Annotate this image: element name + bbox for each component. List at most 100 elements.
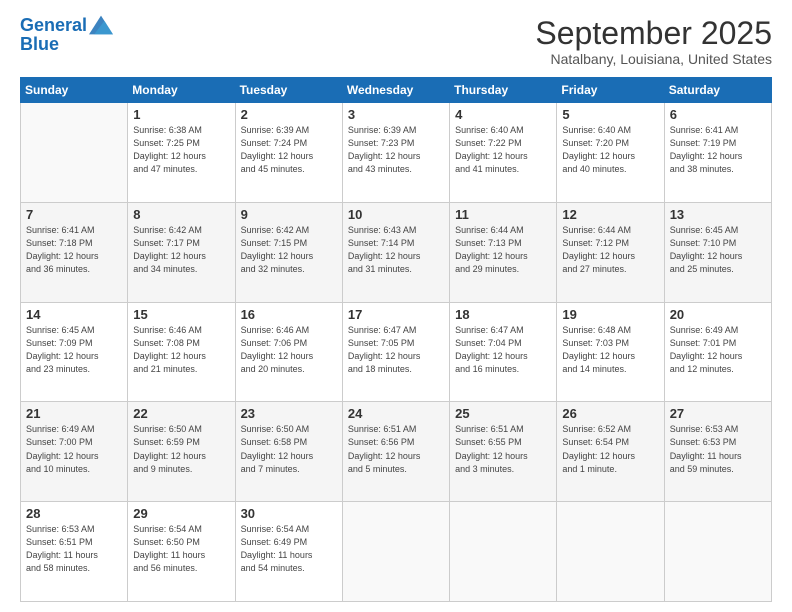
calendar-table: Sunday Monday Tuesday Wednesday Thursday…: [20, 77, 772, 602]
day-info: Sunrise: 6:41 AM Sunset: 7:19 PM Dayligh…: [670, 124, 766, 176]
calendar-week-row: 28 Sunrise: 6:53 AM Sunset: 6:51 PM Dayli…: [21, 502, 772, 602]
day-number: 28: [26, 506, 122, 521]
header-saturday: Saturday: [664, 78, 771, 103]
subtitle: Natalbany, Louisiana, United States: [535, 51, 772, 67]
table-row: 17 Sunrise: 6:47 AM Sunset: 7:05 PM Dayli…: [342, 302, 449, 402]
day-number: 17: [348, 307, 444, 322]
title-block: September 2025 Natalbany, Louisiana, Uni…: [535, 16, 772, 67]
day-info: Sunrise: 6:51 AM Sunset: 6:55 PM Dayligh…: [455, 423, 551, 475]
day-info: Sunrise: 6:41 AM Sunset: 7:18 PM Dayligh…: [26, 224, 122, 276]
table-row: 19Sunrise: 6:48 AM Sunset: 7:03 PM Dayli…: [557, 302, 664, 402]
day-info: Sunrise: 6:38 AM Sunset: 7:25 PM Dayligh…: [133, 124, 229, 176]
table-row: 13 Sunrise: 6:45 AM Sunset: 7:10 PM Dayli…: [664, 202, 771, 302]
table-row: 18 Sunrise: 6:47 AM Sunset: 7:04 PM Dayli…: [450, 302, 557, 402]
page: General Blue September 2025 Natalbany, L…: [0, 0, 792, 612]
day-info: Sunrise: 6:43 AM Sunset: 7:14 PM Dayligh…: [348, 224, 444, 276]
table-row: [557, 502, 664, 602]
header-sunday: Sunday: [21, 78, 128, 103]
day-number: 6: [670, 107, 766, 122]
day-number: 8: [133, 207, 229, 222]
day-number: 11: [455, 207, 551, 222]
day-number: 26: [562, 406, 658, 421]
day-number: 13: [670, 207, 766, 222]
table-row: 20Sunrise: 6:49 AM Sunset: 7:01 PM Dayli…: [664, 302, 771, 402]
table-row: 8 Sunrise: 6:42 AM Sunset: 7:17 PM Daylig…: [128, 202, 235, 302]
table-row: 25 Sunrise: 6:51 AM Sunset: 6:55 PM Dayli…: [450, 402, 557, 502]
day-info: Sunrise: 6:47 AM Sunset: 7:05 PM Dayligh…: [348, 324, 444, 376]
table-row: 23 Sunrise: 6:50 AM Sunset: 6:58 PM Dayli…: [235, 402, 342, 502]
day-number: 25: [455, 406, 551, 421]
table-row: 30 Sunrise: 6:54 AM Sunset: 6:49 PM Dayli…: [235, 502, 342, 602]
day-number: 18: [455, 307, 551, 322]
table-row: 21Sunrise: 6:49 AM Sunset: 7:00 PM Dayli…: [21, 402, 128, 502]
day-number: 30: [241, 506, 337, 521]
table-row: 5 Sunrise: 6:40 AM Sunset: 7:20 PM Daylig…: [557, 103, 664, 203]
day-number: 23: [241, 406, 337, 421]
table-row: 1Sunrise: 6:38 AM Sunset: 7:25 PM Daylig…: [128, 103, 235, 203]
main-title: September 2025: [535, 16, 772, 51]
day-info: Sunrise: 6:50 AM Sunset: 6:59 PM Dayligh…: [133, 423, 229, 475]
day-info: Sunrise: 6:44 AM Sunset: 7:12 PM Dayligh…: [562, 224, 658, 276]
table-row: 9 Sunrise: 6:42 AM Sunset: 7:15 PM Daylig…: [235, 202, 342, 302]
day-info: Sunrise: 6:52 AM Sunset: 6:54 PM Dayligh…: [562, 423, 658, 475]
table-row: 29 Sunrise: 6:54 AM Sunset: 6:50 PM Dayli…: [128, 502, 235, 602]
table-row: 7 Sunrise: 6:41 AM Sunset: 7:18 PM Daylig…: [21, 202, 128, 302]
day-info: Sunrise: 6:46 AM Sunset: 7:08 PM Dayligh…: [133, 324, 229, 376]
day-number: 29: [133, 506, 229, 521]
day-info: Sunrise: 6:45 AM Sunset: 7:10 PM Dayligh…: [670, 224, 766, 276]
table-row: 10Sunrise: 6:43 AM Sunset: 7:14 PM Dayli…: [342, 202, 449, 302]
table-row: [664, 502, 771, 602]
logo: General Blue: [20, 16, 113, 55]
day-number: 19: [562, 307, 658, 322]
header-wednesday: Wednesday: [342, 78, 449, 103]
day-info: Sunrise: 6:53 AM Sunset: 6:51 PM Dayligh…: [26, 523, 122, 575]
header-thursday: Thursday: [450, 78, 557, 103]
day-info: Sunrise: 6:40 AM Sunset: 7:22 PM Dayligh…: [455, 124, 551, 176]
day-info: Sunrise: 6:40 AM Sunset: 7:20 PM Dayligh…: [562, 124, 658, 176]
day-number: 2: [241, 107, 337, 122]
day-number: 20: [670, 307, 766, 322]
day-number: 15: [133, 307, 229, 322]
calendar-week-row: 7 Sunrise: 6:41 AM Sunset: 7:18 PM Daylig…: [21, 202, 772, 302]
table-row: 12 Sunrise: 6:44 AM Sunset: 7:12 PM Dayli…: [557, 202, 664, 302]
day-info: Sunrise: 6:54 AM Sunset: 6:50 PM Dayligh…: [133, 523, 229, 575]
day-info: Sunrise: 6:53 AM Sunset: 6:53 PM Dayligh…: [670, 423, 766, 475]
day-info: Sunrise: 6:45 AM Sunset: 7:09 PM Dayligh…: [26, 324, 122, 376]
day-number: 9: [241, 207, 337, 222]
day-info: Sunrise: 6:47 AM Sunset: 7:04 PM Dayligh…: [455, 324, 551, 376]
logo-blue: Blue: [20, 34, 113, 55]
table-row: [21, 103, 128, 203]
header-tuesday: Tuesday: [235, 78, 342, 103]
day-number: 12: [562, 207, 658, 222]
day-number: 3: [348, 107, 444, 122]
table-row: 4 Sunrise: 6:40 AM Sunset: 7:22 PM Daylig…: [450, 103, 557, 203]
table-row: [342, 502, 449, 602]
day-info: Sunrise: 6:39 AM Sunset: 7:24 PM Dayligh…: [241, 124, 337, 176]
day-number: 27: [670, 406, 766, 421]
table-row: 28 Sunrise: 6:53 AM Sunset: 6:51 PM Dayli…: [21, 502, 128, 602]
day-info: Sunrise: 6:42 AM Sunset: 7:15 PM Dayligh…: [241, 224, 337, 276]
day-number: 16: [241, 307, 337, 322]
day-number: 5: [562, 107, 658, 122]
table-row: 22Sunrise: 6:50 AM Sunset: 6:59 PM Dayli…: [128, 402, 235, 502]
table-row: 26 Sunrise: 6:52 AM Sunset: 6:54 PM Dayli…: [557, 402, 664, 502]
day-info: Sunrise: 6:42 AM Sunset: 7:17 PM Dayligh…: [133, 224, 229, 276]
day-number: 7: [26, 207, 122, 222]
header-monday: Monday: [128, 78, 235, 103]
day-number: 24: [348, 406, 444, 421]
table-row: 24Sunrise: 6:51 AM Sunset: 6:56 PM Dayli…: [342, 402, 449, 502]
calendar-header-row: Sunday Monday Tuesday Wednesday Thursday…: [21, 78, 772, 103]
day-number: 14: [26, 307, 122, 322]
day-info: Sunrise: 6:50 AM Sunset: 6:58 PM Dayligh…: [241, 423, 337, 475]
calendar-week-row: 14 Sunrise: 6:45 AM Sunset: 7:09 PM Dayli…: [21, 302, 772, 402]
day-info: Sunrise: 6:44 AM Sunset: 7:13 PM Dayligh…: [455, 224, 551, 276]
table-row: 6 Sunrise: 6:41 AM Sunset: 7:19 PM Daylig…: [664, 103, 771, 203]
day-info: Sunrise: 6:54 AM Sunset: 6:49 PM Dayligh…: [241, 523, 337, 575]
day-info: Sunrise: 6:49 AM Sunset: 7:00 PM Dayligh…: [26, 423, 122, 475]
header: General Blue September 2025 Natalbany, L…: [20, 16, 772, 67]
table-row: 14 Sunrise: 6:45 AM Sunset: 7:09 PM Dayli…: [21, 302, 128, 402]
day-info: Sunrise: 6:39 AM Sunset: 7:23 PM Dayligh…: [348, 124, 444, 176]
day-number: 4: [455, 107, 551, 122]
table-row: 16Sunrise: 6:46 AM Sunset: 7:06 PM Dayli…: [235, 302, 342, 402]
header-friday: Friday: [557, 78, 664, 103]
